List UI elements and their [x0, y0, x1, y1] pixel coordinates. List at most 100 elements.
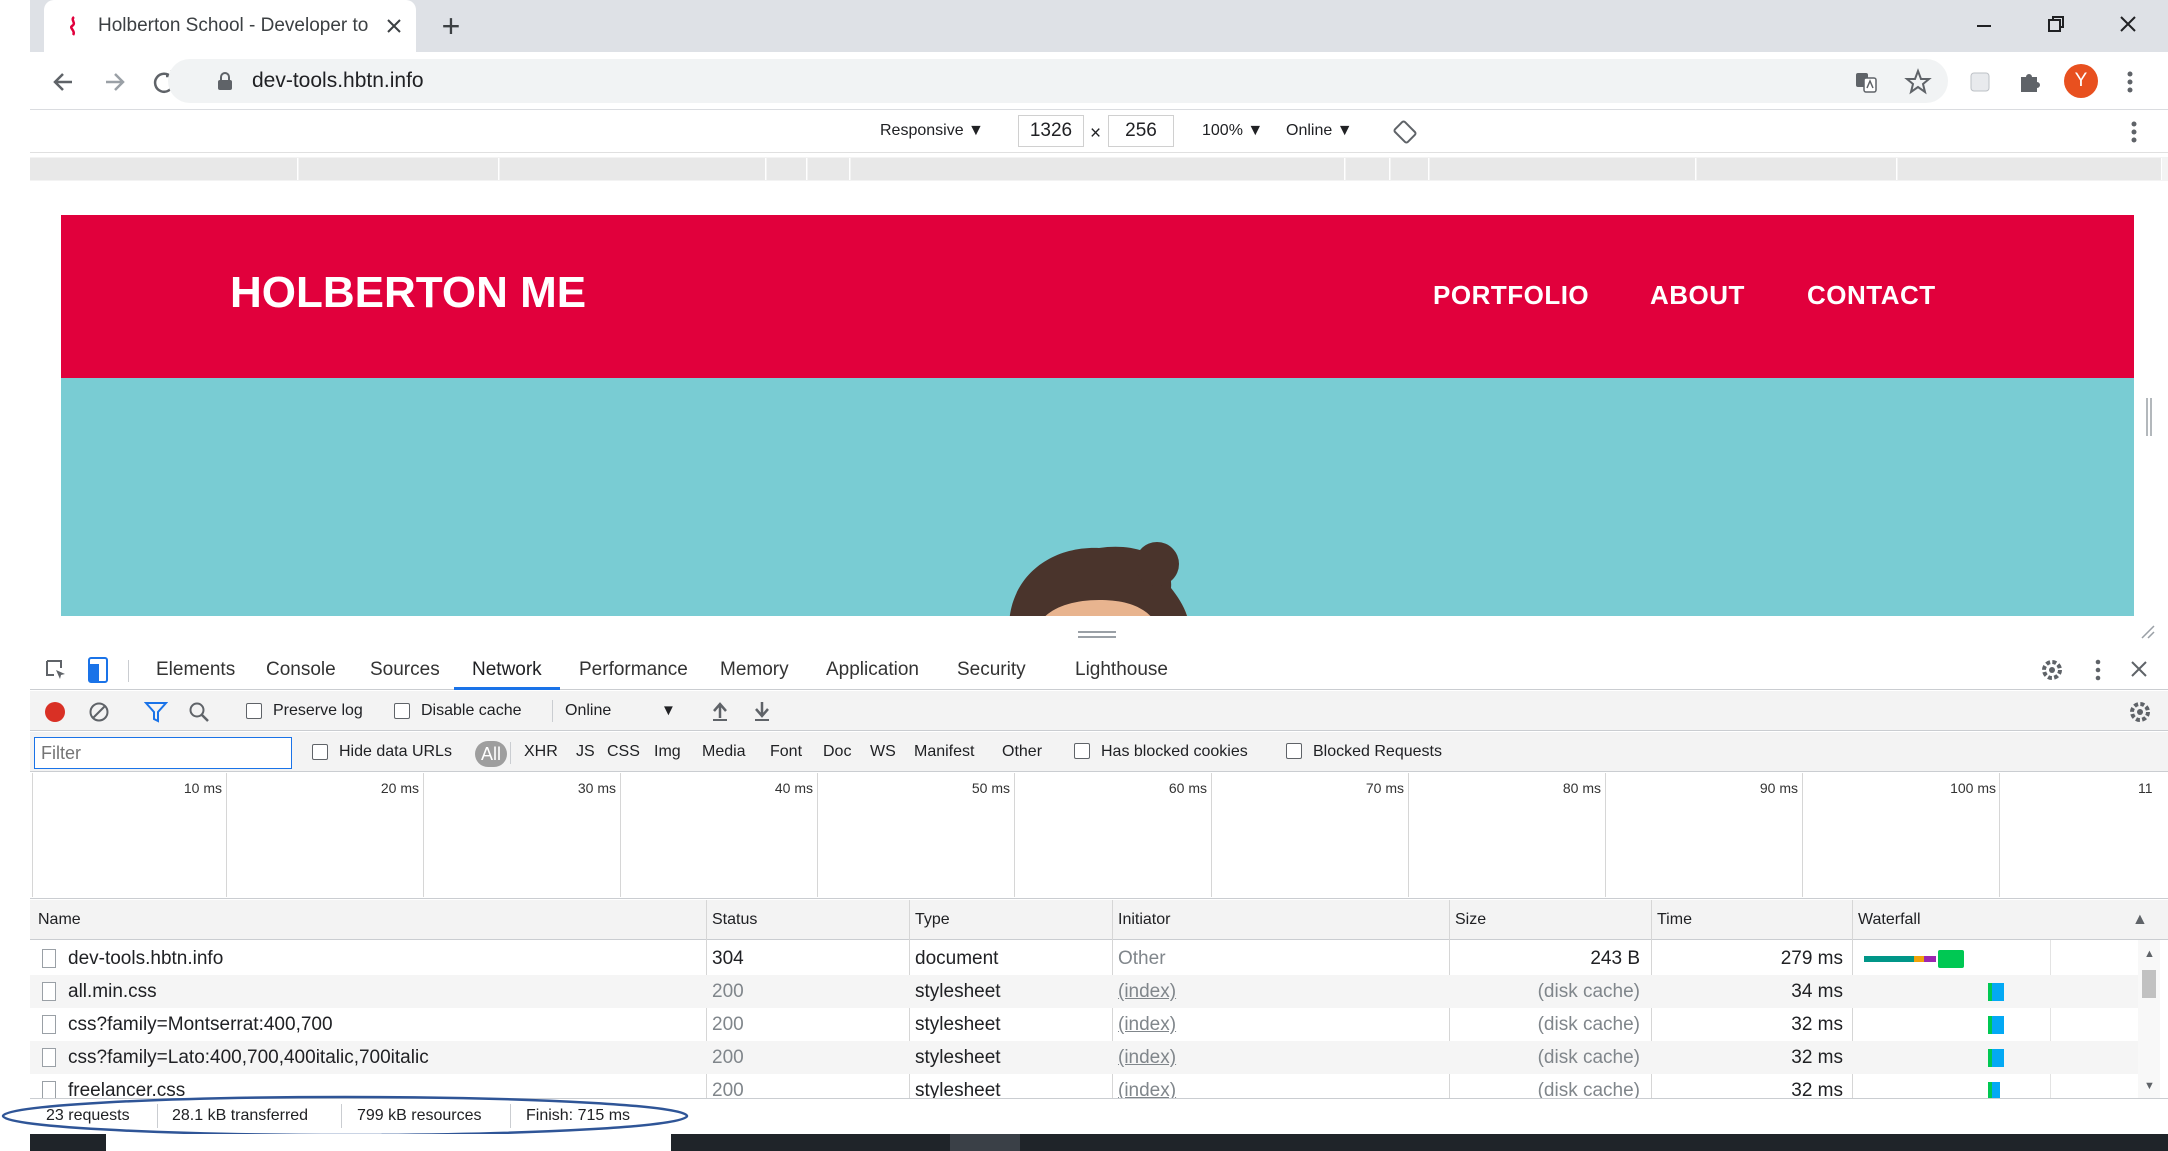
request-initiator-link[interactable]: (index): [1118, 1008, 1180, 1041]
table-row[interactable]: css?family=Lato:400,700,400italic,700ita…: [30, 1041, 2145, 1074]
devtools-more-icon[interactable]: [2094, 658, 2102, 682]
browser-tab[interactable]: Holberton School - Developer to: [44, 0, 416, 52]
table-scrollbar[interactable]: ▲ ▼: [2138, 940, 2160, 1098]
tab-sources[interactable]: Sources: [370, 650, 440, 690]
network-overview[interactable]: [30, 773, 2168, 899]
media-query-segment[interactable]: [1697, 158, 1897, 180]
network-throttle-select[interactable]: Online ▼: [565, 691, 676, 731]
network-settings-gear-icon[interactable]: [2128, 700, 2152, 724]
settings-gear-icon[interactable]: [2040, 658, 2064, 682]
tab-memory[interactable]: Memory: [720, 650, 789, 690]
column-header-name[interactable]: Name: [38, 900, 81, 940]
nav-link-contact[interactable]: CONTACT: [1807, 280, 1936, 311]
viewport-width-handle[interactable]: [2144, 396, 2154, 438]
close-window-icon[interactable]: [2116, 12, 2140, 36]
media-query-segment[interactable]: [1430, 158, 1696, 180]
restore-icon[interactable]: [2044, 12, 2068, 36]
type-filter-media[interactable]: Media: [702, 732, 746, 772]
viewport-height-handle[interactable]: [1076, 628, 1118, 640]
column-header-size[interactable]: Size: [1455, 900, 1486, 940]
tab-security[interactable]: Security: [957, 650, 1026, 690]
scroll-up-arrow-icon[interactable]: ▲: [2144, 948, 2155, 960]
column-header-type[interactable]: Type: [915, 900, 950, 940]
tab-lighthouse[interactable]: Lighthouse: [1075, 650, 1168, 690]
translate-icon[interactable]: [1854, 70, 1878, 94]
type-filter-ws[interactable]: WS: [870, 732, 896, 772]
media-query-segment[interactable]: [500, 158, 766, 180]
type-filter-doc[interactable]: Doc: [823, 732, 851, 772]
corner-resize-icon[interactable]: [2138, 622, 2156, 640]
preserve-log-checkbox[interactable]: [246, 703, 262, 719]
scroll-down-arrow-icon[interactable]: ▼: [2144, 1080, 2155, 1092]
browser-menu-icon[interactable]: [2124, 68, 2136, 96]
request-initiator-link[interactable]: (index): [1118, 1041, 1180, 1074]
tab-performance[interactable]: Performance: [579, 650, 688, 690]
device-toggle-icon[interactable]: [86, 656, 110, 684]
table-row[interactable]: dev-tools.hbtn.info 304 document Other 2…: [30, 942, 2145, 975]
type-filter-xhr[interactable]: XHR: [524, 732, 558, 772]
disable-cache-checkbox[interactable]: [394, 703, 410, 719]
extensions-puzzle-icon[interactable]: [2016, 68, 2044, 96]
profile-avatar[interactable]: Y: [2064, 64, 2098, 98]
devtools-close-icon[interactable]: [2128, 658, 2150, 680]
sort-ascending-icon[interactable]: ▲: [2132, 900, 2148, 940]
has-blocked-cookies-checkbox[interactable]: [1074, 743, 1090, 759]
minimize-icon[interactable]: [1972, 14, 1996, 38]
rotate-icon[interactable]: [1392, 119, 1418, 145]
media-query-segment[interactable]: [1898, 158, 2162, 180]
column-header-time[interactable]: Time: [1657, 900, 1692, 940]
column-header-initiator[interactable]: Initiator: [1118, 900, 1170, 940]
taskbar-active-app[interactable]: [950, 1134, 1020, 1151]
lock-icon[interactable]: [216, 71, 234, 91]
media-query-segment[interactable]: [767, 158, 807, 180]
nav-link-about[interactable]: ABOUT: [1650, 280, 1745, 311]
scrollbar-thumb[interactable]: [2142, 970, 2156, 998]
bookmark-star-icon[interactable]: [1904, 68, 1932, 96]
filter-funnel-icon[interactable]: [144, 701, 168, 723]
filter-input[interactable]: Filter: [34, 737, 292, 769]
record-icon[interactable]: [44, 701, 66, 723]
column-header-status[interactable]: Status: [712, 900, 757, 940]
clear-icon[interactable]: [88, 701, 110, 723]
table-row[interactable]: css?family=Montserrat:400,700 200 styles…: [30, 1008, 2145, 1041]
throttle-select[interactable]: Online ▼: [1286, 111, 1353, 151]
viewport-width-input[interactable]: 1326: [1018, 115, 1084, 147]
tab-application[interactable]: Application: [826, 650, 919, 690]
media-query-segment[interactable]: [1391, 158, 1429, 180]
type-filter-all[interactable]: All: [475, 741, 508, 767]
column-header-waterfall[interactable]: Waterfall: [1858, 900, 1921, 940]
media-query-segment[interactable]: [30, 158, 298, 180]
media-query-segment[interactable]: [808, 158, 850, 180]
extension-icon[interactable]: [1968, 70, 1992, 94]
type-filter-font[interactable]: Font: [770, 732, 802, 772]
viewport-height-input[interactable]: 256: [1108, 115, 1174, 147]
import-har-icon[interactable]: [710, 700, 730, 722]
table-row[interactable]: all.min.css 200 stylesheet (index) (disk…: [30, 975, 2145, 1008]
export-har-icon[interactable]: [752, 700, 772, 722]
type-filter-css[interactable]: CSS: [607, 732, 640, 772]
taskbar-search-box[interactable]: [106, 1134, 671, 1151]
close-tab-icon[interactable]: [382, 14, 406, 38]
forward-arrow-icon[interactable]: [100, 68, 128, 96]
type-filter-other[interactable]: Other: [1002, 732, 1042, 772]
request-initiator-link[interactable]: (index): [1118, 975, 1180, 1008]
blocked-requests-checkbox[interactable]: [1286, 743, 1302, 759]
device-select[interactable]: Responsive ▼: [880, 111, 984, 151]
site-logo[interactable]: HOLBERTON ME: [230, 268, 586, 318]
inspect-element-icon[interactable]: [44, 658, 68, 682]
tab-console[interactable]: Console: [266, 650, 336, 690]
request-initiator-link[interactable]: (index): [1118, 1074, 1180, 1098]
media-query-segment[interactable]: [1346, 158, 1390, 180]
hide-data-urls-checkbox[interactable]: [312, 744, 328, 760]
search-icon[interactable]: [188, 701, 210, 723]
back-arrow-icon[interactable]: [50, 68, 78, 96]
tab-elements[interactable]: Elements: [156, 650, 235, 690]
zoom-select[interactable]: 100% ▼: [1202, 111, 1263, 151]
media-query-segment[interactable]: [851, 158, 1345, 180]
new-tab-button[interactable]: +: [436, 6, 466, 46]
type-filter-manifest[interactable]: Manifest: [914, 732, 974, 772]
type-filter-js[interactable]: JS: [576, 732, 595, 772]
device-more-icon[interactable]: [2130, 119, 2138, 145]
address-bar[interactable]: [168, 59, 1948, 103]
nav-link-portfolio[interactable]: PORTFOLIO: [1433, 280, 1589, 311]
